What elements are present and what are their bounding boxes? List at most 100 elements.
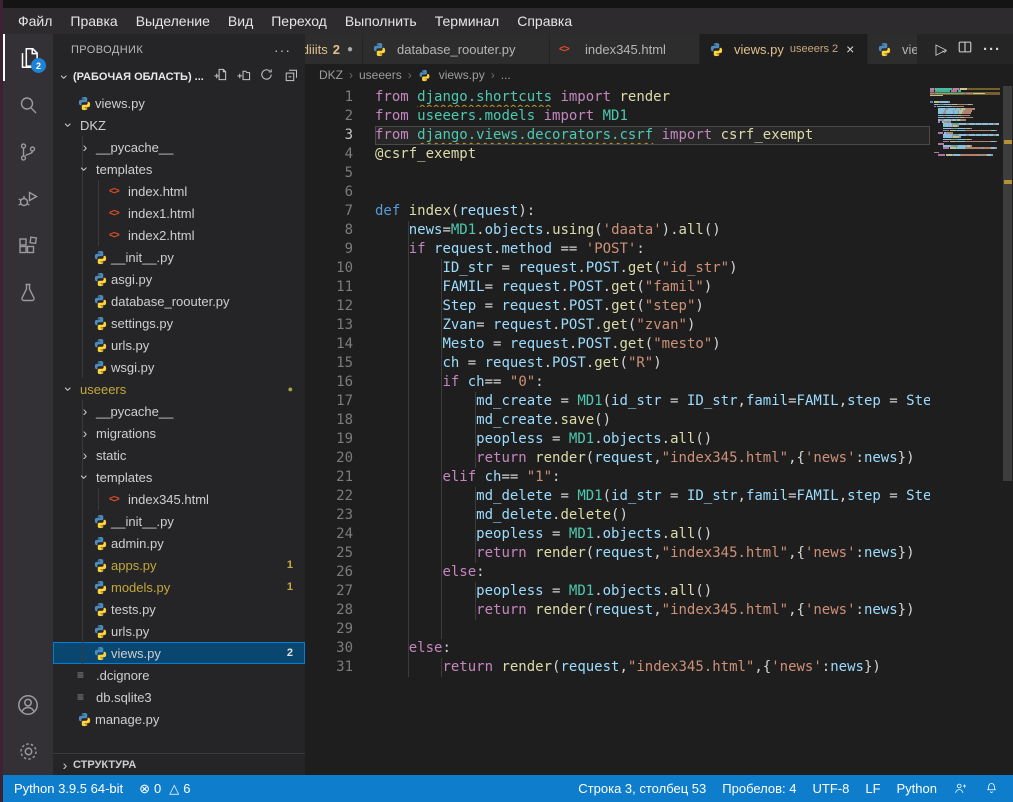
menu-item-2[interactable]: Правка <box>61 8 126 34</box>
code-editor[interactable]: 1from django.shortcuts import render2fro… <box>305 86 1013 775</box>
tree-item-index2.html[interactable]: <>index2.html <box>53 224 305 246</box>
tree-item-index345.html[interactable]: <>index345.html <box>53 488 305 510</box>
python-interpreter-status[interactable]: Python 3.9.5 64-bit <box>14 781 123 796</box>
menu-item-8[interactable]: Справка <box>508 8 581 34</box>
tree-item-__pycache__[interactable]: ›__pycache__ <box>53 136 305 158</box>
tree-item-DKZ[interactable]: ›DKZ <box>53 114 305 136</box>
code-line-11[interactable]: 11 FAMIL= request.POST.get("famil") <box>305 278 930 297</box>
code-line-10[interactable]: 10 ID_str = request.POST.get("id_str") <box>305 259 930 278</box>
menu-item-1[interactable]: Файл <box>9 8 61 34</box>
tree-item-urls.py[interactable]: urls.py <box>53 620 305 642</box>
breadcrumb-item[interactable]: DKZ <box>319 68 343 82</box>
code-line-3[interactable]: 3from django.views.decorators.csrf impor… <box>305 126 930 145</box>
breadcrumb-item[interactable]: views.py <box>439 68 485 82</box>
code-line-7[interactable]: 7def index(request): <box>305 202 930 221</box>
menu-item-4[interactable]: Вид <box>219 8 262 34</box>
code-line-13[interactable]: 13 Zvan= request.POST.get("zvan") <box>305 316 930 335</box>
code-line-16[interactable]: 16 if ch== "0": <box>305 373 930 392</box>
tree-item-database_roouter.py[interactable]: database_roouter.py <box>53 290 305 312</box>
tab-database_roouter.py[interactable]: database_roouter.py <box>363 34 550 64</box>
search-icon[interactable] <box>3 81 53 128</box>
breadcrumb-item[interactable]: useeers <box>359 68 402 82</box>
code-line-5[interactable]: 5 <box>305 164 930 183</box>
tree-item-static[interactable]: ›static <box>53 444 305 466</box>
code-line-22[interactable]: 22 md_delete = MD1(id_str = ID_str,famil… <box>305 487 930 506</box>
code-line-20[interactable]: 20 return render(request,"index345.html"… <box>305 449 930 468</box>
code-line-24[interactable]: 24 peopless = MD1.objects.all() <box>305 525 930 544</box>
tree-item-views.py[interactable]: views.py <box>53 92 305 114</box>
code-line-9[interactable]: 9 if request.method == 'POST': <box>305 240 930 259</box>
run-python-button[interactable]: ▷› <box>935 40 947 59</box>
feedback-icon[interactable] <box>953 781 968 796</box>
code-line-19[interactable]: 19 peopless = MD1.objects.all() <box>305 430 930 449</box>
tree-item-migrations[interactable]: ›migrations <box>53 422 305 444</box>
run-debug-icon[interactable] <box>3 175 53 222</box>
tree-item-__init__.py[interactable]: __init__.py <box>53 246 305 268</box>
explorer-icon[interactable]: 2 <box>3 34 53 81</box>
refresh-icon[interactable] <box>259 67 274 87</box>
source-control-icon[interactable] <box>3 128 53 175</box>
code-line-6[interactable]: 6 <box>305 183 930 202</box>
tree-item-apps.py[interactable]: apps.py1 <box>53 554 305 576</box>
code-line-30[interactable]: 30 else: <box>305 639 930 658</box>
scrollbar-thumb[interactable] <box>1003 86 1012 481</box>
language-mode-status[interactable]: Python <box>897 781 937 796</box>
tree-item-tests.py[interactable]: tests.py <box>53 598 305 620</box>
code-line-17[interactable]: 17 md_create = MD1(id_str = ID_str,famil… <box>305 392 930 411</box>
code-line-1[interactable]: 1from django.shortcuts import render <box>305 88 930 107</box>
problems-status[interactable]: ⊗0 △6 <box>139 781 190 797</box>
tree-item-templates[interactable]: ›templates <box>53 466 305 488</box>
encoding-status[interactable]: UTF-8 <box>813 781 850 796</box>
breadcrumb-item[interactable]: ... <box>501 68 511 82</box>
code-line-28[interactable]: 28 return render(request,"index345.html"… <box>305 601 930 620</box>
tree-item-asgi.py[interactable]: asgi.py <box>53 268 305 290</box>
modified-dot-icon[interactable]: ● <box>347 44 353 55</box>
code-line-31[interactable]: 31 return render(request,"index345.html"… <box>305 658 930 677</box>
code-line-23[interactable]: 23 md_delete.delete() <box>305 506 930 525</box>
split-editor-button[interactable] <box>957 39 973 60</box>
collapse-all-icon[interactable] <box>282 67 297 87</box>
code-line-21[interactable]: 21 elif ch== "1": <box>305 468 930 487</box>
menu-item-6[interactable]: Выполнить <box>336 8 426 34</box>
code-line-4[interactable]: 4@csrf_exempt <box>305 145 930 164</box>
account-icon[interactable] <box>3 681 53 728</box>
code-line-29[interactable]: 29 <box>305 620 930 639</box>
tab-diiits[interactable]: diiits2● <box>305 34 363 64</box>
settings-icon[interactable] <box>3 728 53 775</box>
code-line-15[interactable]: 15 ch = request.POST.get("R") <box>305 354 930 373</box>
menu-item-3[interactable]: Выделение <box>127 8 219 34</box>
outline-section-header[interactable]: › СТРУКТУРА <box>53 753 305 775</box>
code-line-12[interactable]: 12 Step = request.POST.get("step") <box>305 297 930 316</box>
code-line-18[interactable]: 18 md_create.save() <box>305 411 930 430</box>
code-line-2[interactable]: 2from useeers.models import MD1 <box>305 107 930 126</box>
tree-item-.dcignore[interactable]: ≡.dcignore <box>53 664 305 686</box>
code-line-14[interactable]: 14 Mesto = request.POST.get("mesto") <box>305 335 930 354</box>
editor-more-actions-icon[interactable]: ··· <box>983 41 1001 58</box>
tree-item-settings.py[interactable]: settings.py <box>53 312 305 334</box>
tree-item-templates[interactable]: ›templates <box>53 158 305 180</box>
cursor-position-status[interactable]: Строка 3, столбец 53 <box>578 781 706 796</box>
tree-item-__pycache__[interactable]: ›__pycache__ <box>53 400 305 422</box>
tree-item-db.sqlite3[interactable]: ≡db.sqlite3 <box>53 686 305 708</box>
code-line-26[interactable]: 26 else: <box>305 563 930 582</box>
indentation-status[interactable]: Пробелов: 4 <box>722 781 796 796</box>
code-line-27[interactable]: 27 peopless = MD1.objects.all() <box>305 582 930 601</box>
eol-status[interactable]: LF <box>865 781 880 796</box>
tree-item-wsgi.py[interactable]: wsgi.py <box>53 356 305 378</box>
tree-item-views.py[interactable]: views.py2 <box>53 642 305 664</box>
new-folder-icon[interactable] <box>236 67 251 87</box>
testing-icon[interactable] <box>3 269 53 316</box>
tab-vie[interactable]: vie <box>868 34 918 64</box>
tree-item-useeers[interactable]: ›useeers● <box>53 378 305 400</box>
menu-item-7[interactable]: Терминал <box>426 8 508 34</box>
close-icon[interactable]: × <box>846 41 854 57</box>
tab-index345.html[interactable]: <>index345.html <box>550 34 700 64</box>
tree-item-manage.py[interactable]: manage.py <box>53 708 305 730</box>
tree-item-__init__.py[interactable]: __init__.py <box>53 510 305 532</box>
tree-item-index1.html[interactable]: <>index1.html <box>53 202 305 224</box>
minimap[interactable] <box>930 88 1000 388</box>
menu-item-5[interactable]: Переход <box>262 8 336 34</box>
workspace-section-header[interactable]: › (РАБОЧАЯ ОБЛАСТЬ) ... <box>53 66 305 88</box>
extensions-icon[interactable] <box>3 222 53 269</box>
tree-item-index.html[interactable]: <>index.html <box>53 180 305 202</box>
